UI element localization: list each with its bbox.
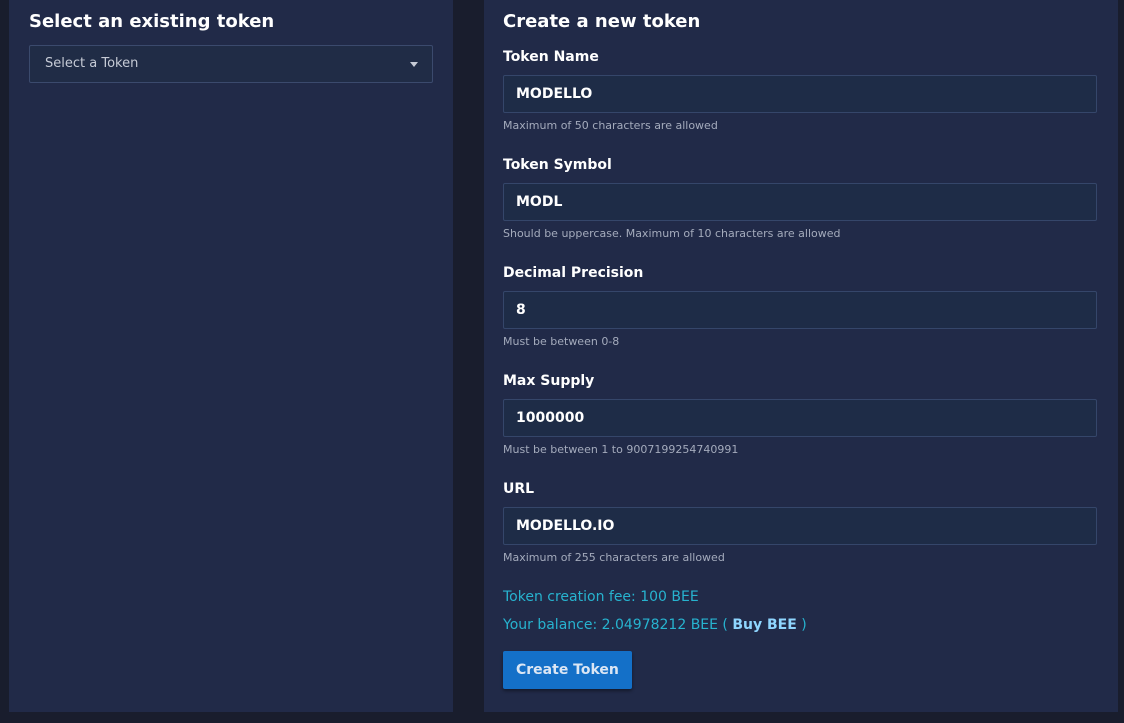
page: Select an existing token Select a Token …: [0, 0, 1124, 723]
new-token-title: Create a new token: [503, 11, 701, 32]
decimal-precision-label: Decimal Precision: [503, 265, 644, 281]
token-name-help: Maximum of 50 characters are allowed: [503, 119, 718, 132]
token-symbol-input[interactable]: [503, 183, 1097, 221]
balance-line: Your balance: 2.04978212 BEE ( Buy BEE ): [503, 616, 1097, 634]
max-supply-help: Must be between 1 to 9007199254740991: [503, 443, 739, 456]
balance-suffix: ): [801, 617, 807, 633]
url-label: URL: [503, 481, 535, 497]
token-creation-fee: Token creation fee: 100 BEE: [503, 589, 699, 605]
decimal-precision-input[interactable]: [503, 291, 1097, 329]
token-symbol-help: Should be uppercase. Maximum of 10 chara…: [503, 227, 841, 240]
token-name-label: Token Name: [503, 49, 599, 65]
url-input[interactable]: [503, 507, 1097, 545]
token-name-input[interactable]: [503, 75, 1097, 113]
existing-token-title: Select an existing token: [29, 11, 275, 32]
token-symbol-field: Token Symbol Should be uppercase. Maximu…: [503, 156, 1097, 264]
decimal-precision-help: Must be between 0-8: [503, 335, 620, 348]
max-supply-field: Max Supply Must be between 1 to 90071992…: [503, 372, 1097, 480]
buy-bee-link[interactable]: Buy BEE: [732, 617, 796, 633]
new-token-panel: Create a new token Token Name Maximum of…: [484, 0, 1118, 712]
existing-token-panel: Select an existing token Select a Token: [9, 0, 453, 712]
token-select[interactable]: Select a Token: [29, 45, 433, 83]
url-help: Maximum of 255 characters are allowed: [503, 551, 725, 564]
create-token-button[interactable]: Create Token: [503, 651, 632, 689]
max-supply-label: Max Supply: [503, 373, 595, 389]
max-supply-input[interactable]: [503, 399, 1097, 437]
token-symbol-label: Token Symbol: [503, 157, 612, 173]
balance-text: Your balance: 2.04978212 BEE (: [503, 617, 728, 633]
caret-down-icon: [410, 62, 418, 67]
token-select-placeholder: Select a Token: [45, 56, 139, 71]
url-field: URL Maximum of 255 characters are allowe…: [503, 480, 1097, 565]
decimal-precision-field: Decimal Precision Must be between 0-8: [503, 264, 1097, 372]
token-name-field: Token Name Maximum of 50 characters are …: [503, 48, 1097, 156]
